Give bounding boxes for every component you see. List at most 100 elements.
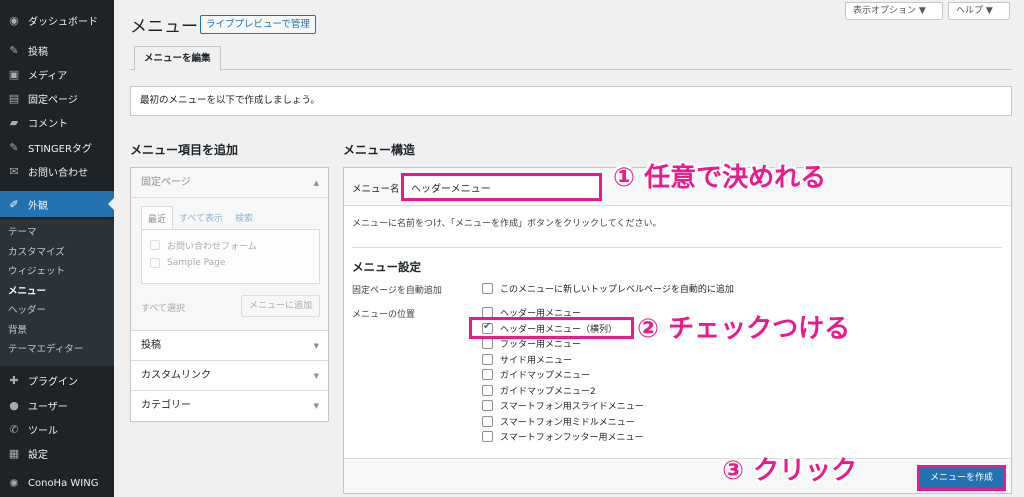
caret-down-icon: ▼: [313, 342, 319, 350]
sidebar-top-group: ◉ ダッシュボード ✎ 投稿 ▣ メディア ▤ 固定ページ ▰ コメント ✎ STINGER…: [0, 8, 114, 183]
sidebar-item-label: コメント: [28, 119, 68, 131]
checkbox[interactable]: [150, 240, 160, 250]
accordion-posts[interactable]: 投稿 ▼: [131, 331, 328, 361]
location-option[interactable]: スマートフォン用スライドメニュー: [482, 398, 644, 414]
auto-add-option[interactable]: このメニューに新しいトップレベルページを自動的に追加: [482, 281, 734, 297]
menu-footer-bar: [344, 458, 1011, 493]
page-label: お問い合わせフォーム: [167, 241, 257, 252]
accordion-categories[interactable]: カテゴリー ▼: [131, 391, 328, 421]
pin-icon: ✎: [9, 140, 19, 154]
sidebar-item-stinger-tags[interactable]: ✎ STINGERタグ: [0, 135, 114, 159]
sidebar-item-label: ConoHa WING: [28, 478, 99, 490]
location-checkbox[interactable]: [482, 400, 493, 412]
sidebar-item-plugins[interactable]: ✚ プラグイン: [0, 369, 114, 393]
sidebar-item-label: STINGERタグ: [28, 143, 92, 155]
tab-view-all[interactable]: すべて表示: [173, 206, 229, 230]
option-label: ガイドマップメニュー2: [500, 386, 596, 397]
sidebar-item-label: ツール: [28, 425, 58, 437]
caret-up-icon: ▲: [313, 179, 319, 187]
help-button[interactable]: ヘルプ ▼: [948, 2, 1010, 20]
location-checkbox[interactable]: [482, 338, 493, 350]
sidebar-item-label: メディア: [28, 70, 68, 82]
menu-structure-heading: メニュー構造: [343, 143, 416, 157]
location-checkbox[interactable]: [482, 369, 493, 381]
media-icon: ▣: [8, 67, 20, 81]
annotation-step3: ③ クリック: [722, 456, 858, 486]
location-checkbox[interactable]: [482, 431, 493, 443]
pages-accordion-body: 最近 すべて表示 検索 お問い合わせフォーム Sample Page すべて選択…: [131, 198, 328, 331]
accordion-pages[interactable]: 固定ページ ▲: [131, 168, 328, 198]
annotation-highlight-box: [469, 317, 634, 339]
sidebar-item-settings[interactable]: ▦ 設定: [0, 441, 114, 465]
sidebar-item-media[interactable]: ▣ メディア: [0, 62, 114, 86]
sidebar-item-label: プラグイン: [28, 377, 78, 389]
submenu-item-widgets[interactable]: ウィジェット: [0, 262, 114, 282]
create-menu-button[interactable]: メニューを作成: [917, 465, 1006, 491]
submenu-item-header[interactable]: ヘッダー: [0, 301, 114, 321]
sidebar-item-label: 投稿: [28, 46, 48, 58]
sidebar-item-label: お問い合わせ: [28, 167, 88, 179]
caret-down-icon: ▼: [313, 372, 319, 380]
option-label: このメニューに新しいトップレベルページを自動的に追加: [500, 285, 734, 296]
location-option[interactable]: サイド用メニュー: [482, 352, 572, 368]
submenu-item-theme-editor[interactable]: テーマエディター: [0, 340, 114, 360]
tab-recent[interactable]: 最近: [141, 206, 174, 230]
submenu-item-background[interactable]: 背景: [0, 321, 114, 341]
option-label: フッター用メニュー: [500, 340, 582, 351]
checkbox[interactable]: [150, 258, 160, 268]
sidebar-item-comments[interactable]: ▰ コメント: [0, 111, 114, 135]
menu-name-input[interactable]: [401, 173, 602, 201]
pin-icon: ✎: [9, 43, 19, 57]
sidebar-item-label: 設定: [28, 449, 48, 461]
plugin-icon: ✚: [9, 374, 19, 388]
add-items-heading: メニュー項目を追加: [130, 143, 239, 157]
sidebar-item-conoha[interactable]: ✺ ConoHa WING: [0, 472, 114, 496]
pages-tabs: 最近 すべて表示 検索: [141, 206, 259, 230]
location-option[interactable]: ガイドマップメニュー: [482, 367, 590, 383]
add-to-menu-button[interactable]: メニューに追加: [241, 295, 320, 317]
location-checkbox[interactable]: [482, 384, 493, 396]
accordion-custom-links[interactable]: カスタムリンク ▼: [131, 361, 328, 391]
nav-tab-wrapper: メニューを編集: [130, 43, 1012, 71]
sidebar-item-tools[interactable]: ✆ ツール: [0, 417, 114, 441]
submenu-item-themes[interactable]: テーマ: [0, 223, 114, 243]
sidebar-item-appearance[interactable]: ✐ 外観: [0, 191, 114, 218]
locations-label: メニューの位置: [352, 310, 416, 320]
tab-edit-menus[interactable]: メニューを編集: [134, 46, 221, 71]
caret-down-icon: ▼: [313, 402, 319, 410]
admin-sidebar: ◉ ダッシュボード ✎ 投稿 ▣ メディア ▤ 固定ページ ▰ コメント ✎ STINGER…: [0, 0, 114, 497]
list-item[interactable]: Sample Page: [150, 254, 311, 272]
sidebar-item-users[interactable]: ● ユーザー: [0, 393, 114, 417]
location-checkbox[interactable]: [482, 415, 493, 427]
sidebar-item-posts[interactable]: ✎ 投稿: [0, 38, 114, 62]
option-label: スマートフォン用ミドルメニュー: [500, 417, 635, 428]
tab-search[interactable]: 検索: [229, 206, 259, 230]
location-option[interactable]: スマートフォンフッター用メニュー: [482, 429, 643, 445]
user-icon: ●: [9, 398, 19, 412]
live-preview-button[interactable]: ライブプレビューで管理: [200, 15, 316, 34]
sidebar-item-dashboard[interactable]: ◉ ダッシュボード: [0, 8, 114, 32]
auto-add-label: 固定ページを自動追加: [352, 286, 442, 296]
submenu-item-menus[interactable]: メニュー: [0, 282, 114, 302]
menu-name-label: メニュー名: [352, 184, 400, 195]
annotation-step2: ② チェックつける: [637, 314, 851, 344]
accordion-title: カスタムリンク: [141, 370, 211, 381]
select-all-link[interactable]: すべて選択: [141, 301, 185, 314]
option-label: スマートフォン用スライドメニュー: [500, 402, 644, 413]
screen-options-button[interactable]: 表示オプション ▼: [845, 2, 943, 20]
submenu-item-customize[interactable]: カスタマイズ: [0, 243, 114, 263]
page-title: メニュー: [130, 17, 198, 37]
location-option[interactable]: ガイドマップメニュー2: [482, 383, 596, 399]
pages-checklist: お問い合わせフォーム Sample Page: [141, 229, 320, 284]
sidebar-item-pages[interactable]: ▤ 固定ページ: [0, 87, 114, 111]
location-option[interactable]: スマートフォン用ミドルメニュー: [482, 414, 635, 430]
list-item[interactable]: お問い合わせフォーム: [150, 236, 311, 254]
sidebar-item-contact[interactable]: ✉ お問い合わせ: [0, 159, 114, 183]
sidebar-item-label: 固定ページ: [28, 95, 78, 107]
location-checkbox[interactable]: [482, 353, 493, 365]
option-label: スマートフォンフッター用メニュー: [500, 433, 644, 444]
tool-icon: ✆: [9, 422, 19, 436]
accordion-title: 固定ページ: [141, 177, 191, 188]
auto-add-checkbox[interactable]: [482, 283, 493, 295]
annotation-step1: ① 任意で決めれる: [613, 163, 827, 193]
